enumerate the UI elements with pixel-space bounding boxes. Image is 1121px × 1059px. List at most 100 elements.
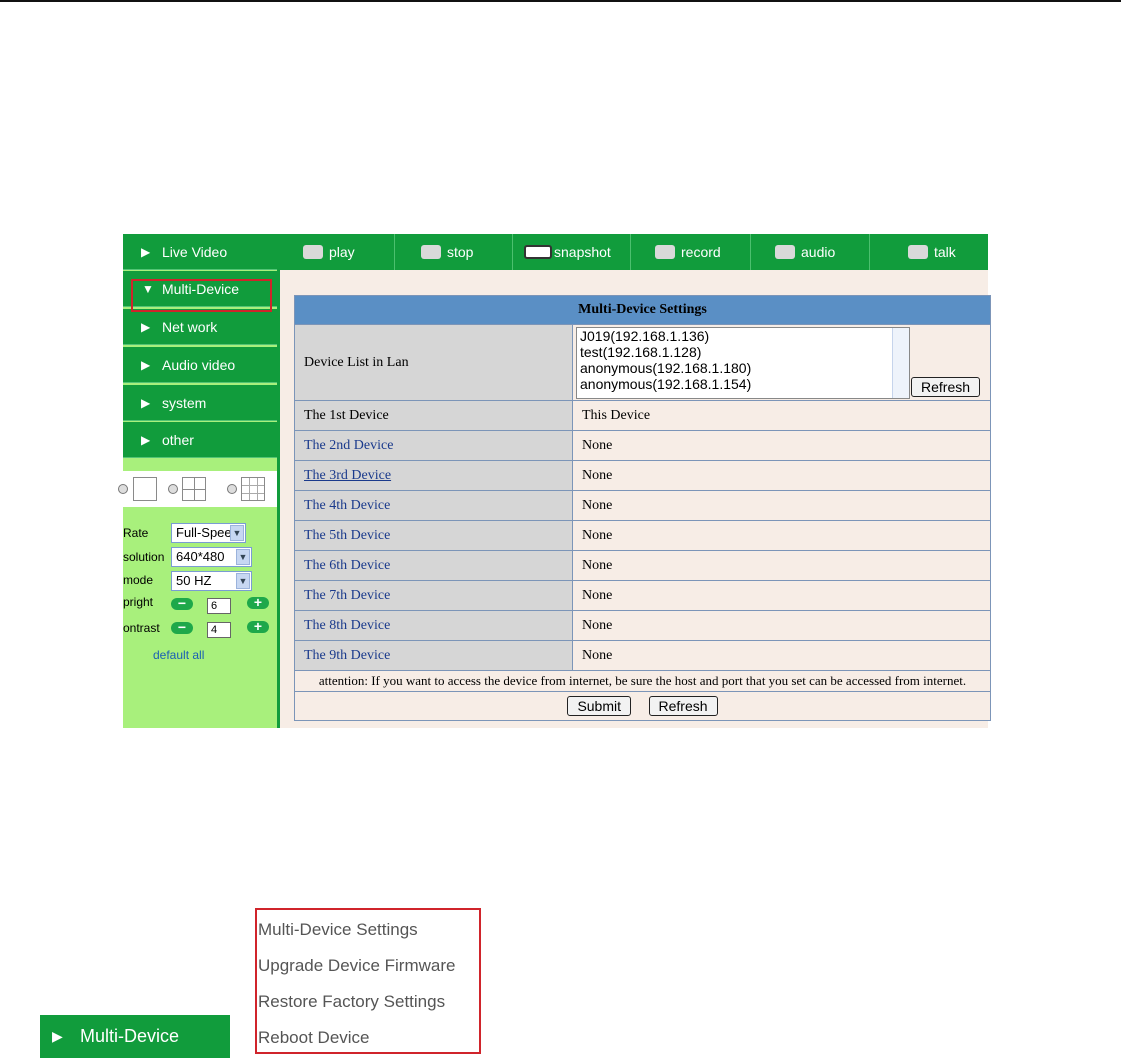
toolbar-divider [869,234,870,270]
stop-icon [421,245,441,260]
menu-item-multi-device-settings[interactable]: Multi-Device Settings [258,920,418,940]
radio-single-view[interactable] [118,484,128,494]
device-value: None [572,490,991,521]
device-value: None [572,460,991,491]
form-actions: Submit Refresh [294,691,991,721]
contrast-label: ontrast [123,621,160,635]
device-value: None [572,580,991,611]
device-list-box[interactable]: J019(192.168.1.136) test(192.168.1.128) … [576,327,910,399]
snapshot-label: snapshot [554,244,611,260]
sidebar-item-multi-device[interactable]: ▼ Multi-Device [123,271,277,307]
sidebar-item-system[interactable]: ▶ system [123,385,277,421]
toolbar-divider [630,234,631,270]
toolbar-divider [394,234,395,270]
mode-select[interactable]: 50 HZ ▼ [171,571,252,591]
audio-button[interactable]: audio [775,234,835,270]
app-screenshot: ▶ Live Video ▼ Multi-Device ▶ Net work ▶… [118,234,991,728]
record-button[interactable]: record [655,234,721,270]
device-link[interactable]: The 6th Device [304,558,390,573]
device-value: This Device [572,400,991,431]
triangle-right-icon: ▶ [141,396,151,410]
device-link-cell: The 3rd Device [294,460,573,491]
chevron-down-icon: ▼ [236,549,250,565]
stop-label: stop [447,244,474,260]
menu-item-upgrade-firmware[interactable]: Upgrade Device Firmware [258,956,455,976]
sidebar-item-label: Live Video [162,244,228,260]
device-link-cell: The 5th Device [294,520,573,551]
sidebar-item-label: Audio video [162,357,236,373]
speaker-icon [775,245,795,260]
triangle-down-icon: ▼ [142,282,154,296]
toolbar-divider [750,234,751,270]
mode-value: 50 HZ [176,573,212,588]
device-link-cell: The 4th Device [294,490,573,521]
brightness-plus-button[interactable]: + [247,595,269,609]
snapshot-button[interactable]: snapshot [524,234,611,270]
device-link[interactable]: The 2nd Device [304,438,393,453]
device-value: None [572,550,991,581]
sidebar-item-live-video[interactable]: ▶ Live Video [123,234,277,270]
toolbar-divider [512,234,513,270]
device-link[interactable]: The 5th Device [304,528,390,543]
device-link-cell: The 9th Device [294,640,573,671]
quad-view-icon[interactable] [182,477,206,501]
scrollbar[interactable] [892,328,909,398]
sidebar-item-multi-device-small[interactable]: ▶ Multi-Device [40,1015,230,1058]
talk-button[interactable]: talk [908,234,956,270]
rate-label: Rate [123,526,149,540]
device-value: None [572,520,991,551]
radio-quad-view[interactable] [168,484,178,494]
device-link-cell: The 6th Device [294,550,573,581]
list-item[interactable]: anonymous(192.168.1.180) [577,360,909,376]
talk-label: talk [934,244,956,260]
sidebar-item-label: other [162,432,194,448]
play-label: play [329,244,355,260]
contrast-value: 4 [207,622,231,638]
record-label: record [681,244,721,260]
sidebar-item-audio-video[interactable]: ▶ Audio video [123,347,277,383]
device-list-label: Device List in Lan [294,324,573,401]
nine-view-icon[interactable] [241,477,265,501]
settings-panel: Multi-Device Settings Device List in Lan… [277,270,991,728]
menu-item-reboot-device[interactable]: Reboot Device [258,1028,370,1048]
device-value: None [572,610,991,641]
radio-nine-view[interactable] [227,484,237,494]
video-camera-icon [655,245,675,260]
contrast-minus-button[interactable]: − [171,620,193,634]
play-button[interactable]: play [303,234,355,270]
refresh-button[interactable]: Refresh [648,696,718,716]
resolution-value: 640*480 [176,549,225,564]
rate-select[interactable]: Full-Speed ▼ [171,523,246,543]
triangle-right-icon: ▶ [141,245,151,259]
default-all-link[interactable]: default all [153,648,204,662]
device-list-cell: J019(192.168.1.136) test(192.168.1.128) … [572,324,991,401]
multi-device-settings-table: Multi-Device Settings Device List in Lan… [294,295,991,721]
brightness-minus-button[interactable]: − [171,596,193,610]
device-link[interactable]: The 9th Device [304,648,390,663]
single-view-icon[interactable] [133,477,157,501]
triangle-right-icon: ▶ [141,320,151,334]
contrast-plus-button[interactable]: + [247,619,269,633]
stop-button[interactable]: stop [421,234,473,270]
triangle-right-icon: ▶ [141,433,151,447]
device-link-cell: The 2nd Device [294,430,573,461]
play-icon [303,245,323,260]
device-value: None [572,640,991,671]
menu-item-restore-factory[interactable]: Restore Factory Settings [258,992,445,1012]
triangle-right-icon: ▶ [52,1028,63,1044]
list-refresh-button[interactable]: Refresh [911,377,981,397]
device-link-cell: The 7th Device [294,580,573,611]
resolution-select[interactable]: 640*480 ▼ [171,547,252,567]
device-link[interactable]: The 3rd Device [304,468,391,483]
list-item[interactable]: anonymous(192.168.1.154) [577,376,909,392]
submit-button[interactable]: Submit [567,696,632,716]
sidebar-item-network[interactable]: ▶ Net work [123,309,277,345]
device-link[interactable]: The 8th Device [304,618,390,633]
list-item[interactable]: J019(192.168.1.136) [577,328,909,344]
list-item[interactable]: test(192.168.1.128) [577,344,909,360]
sidebar-item-other[interactable]: ▶ other [123,422,277,458]
device-link[interactable]: The 4th Device [304,498,390,513]
microphone-icon [908,245,928,260]
device-name: The 1st Device [294,400,573,431]
device-link[interactable]: The 7th Device [304,588,390,603]
